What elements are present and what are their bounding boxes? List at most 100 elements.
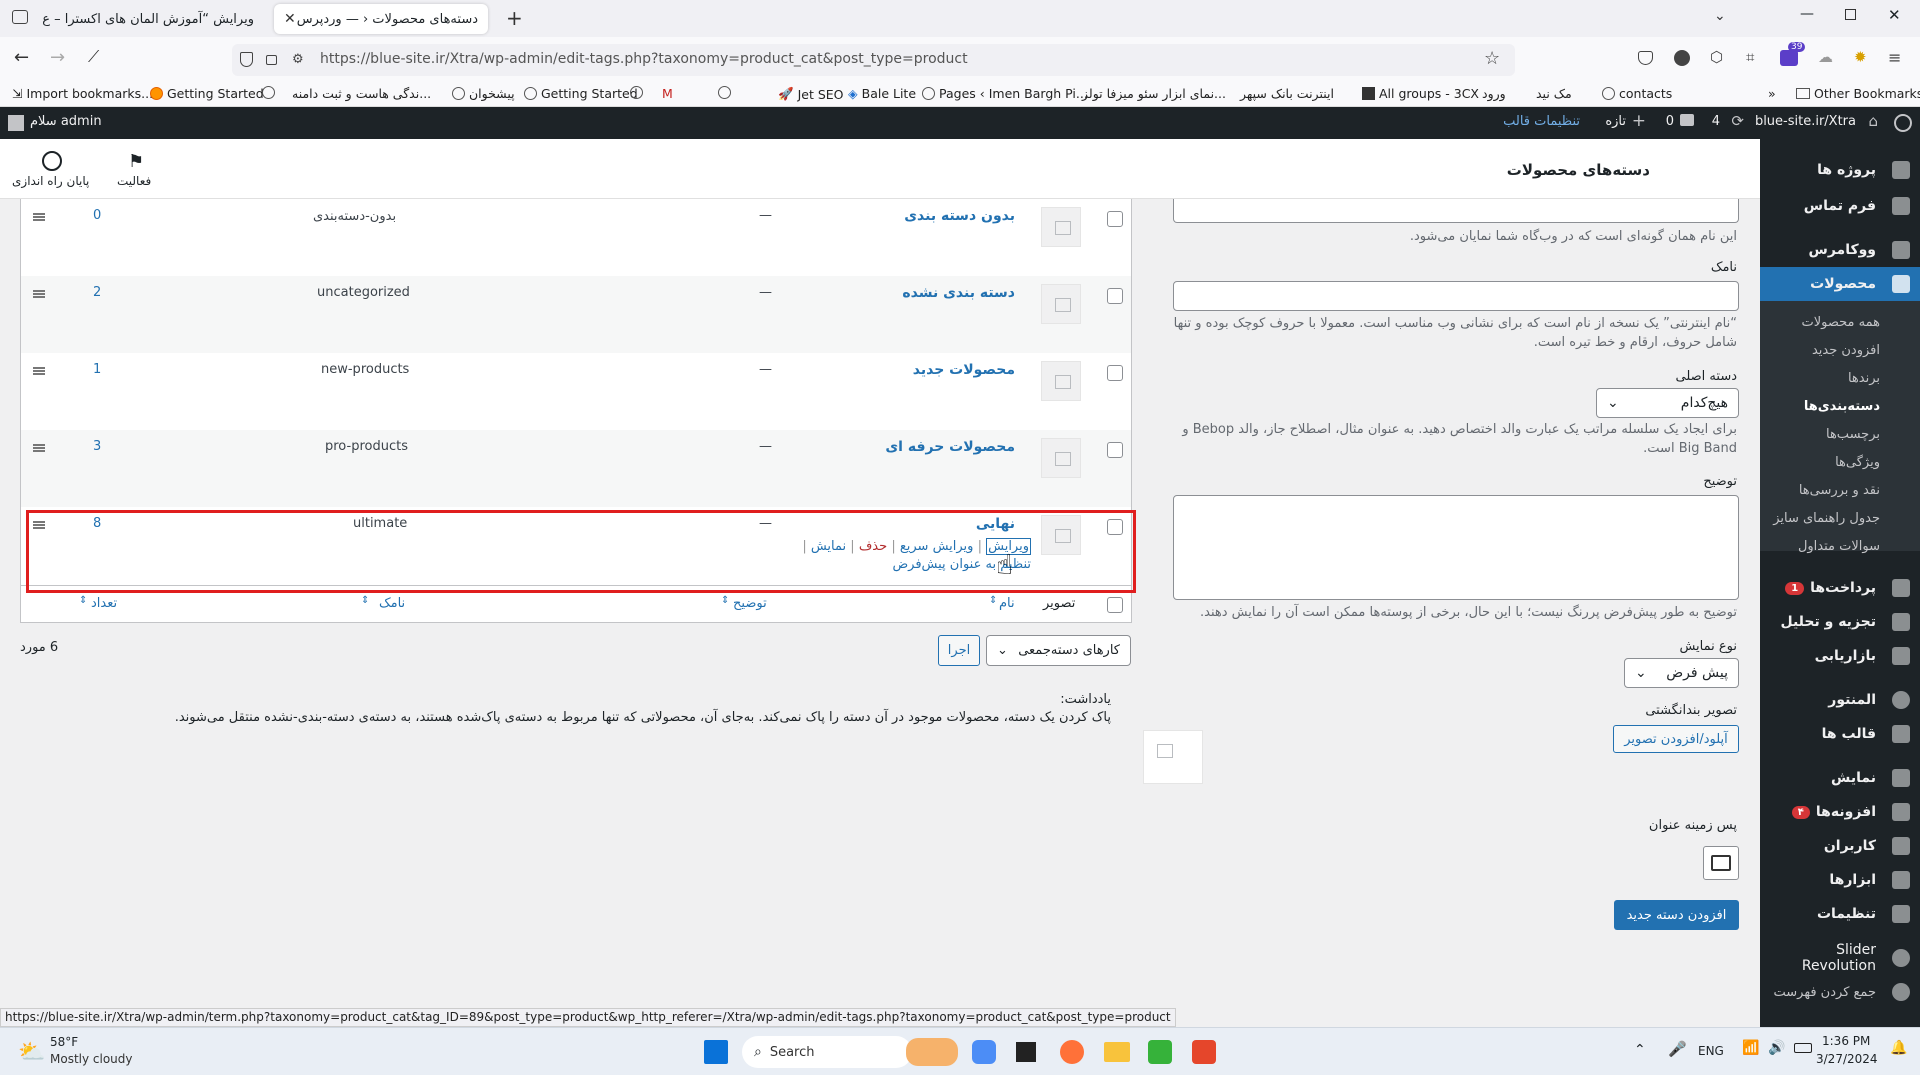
copilot-icon[interactable] <box>972 1040 996 1064</box>
bookmark-item[interactable]: 🚀 Jet SEO <box>778 86 844 102</box>
loading-icon[interactable]: ⟋ <box>88 47 99 67</box>
bookmarks-overflow-icon[interactable]: » <box>1768 86 1776 101</box>
comments-icon[interactable] <box>1680 114 1694 126</box>
parent-select[interactable]: هیچ‌کدام ⌄ <box>1596 388 1739 418</box>
notification-bell-icon[interactable]: 🔔 <box>1890 1040 1907 1056</box>
category-name-link[interactable]: محصولات جدید <box>913 362 1015 378</box>
submenu-item-current[interactable]: دسته‌بندی‌ها <box>1760 399 1920 414</box>
sidebar-item-payments[interactable]: پرداخت‌ها 1 <box>1760 571 1920 605</box>
sidebar-item-woocommerce[interactable]: ووکامرس <box>1760 233 1920 267</box>
category-count[interactable]: 2 <box>93 285 101 300</box>
tab-edit-post[interactable]: ویرایش “آموزش المان های اکسترا – ع ✕ <box>42 4 264 34</box>
bookmark-item[interactable]: All groups - 3CX <box>1362 86 1479 101</box>
battery-icon[interactable] <box>1794 1043 1812 1053</box>
submenu-item[interactable]: برچسب‌ها <box>1760 427 1920 442</box>
bookmark-item[interactable] <box>718 86 731 99</box>
updates-icon[interactable]: ⟳ <box>1731 112 1744 130</box>
shield-icon[interactable] <box>240 52 253 67</box>
weather-temp[interactable]: 58°F <box>50 1035 78 1049</box>
sidebar-item-appearance[interactable]: نمایش <box>1760 761 1920 795</box>
restore-icon[interactable] <box>1845 9 1856 20</box>
bookmark-star-icon[interactable]: ☆ <box>1484 48 1500 69</box>
cloud-icon[interactable]: ☁ <box>1818 48 1833 66</box>
forward-icon[interactable]: → <box>50 47 65 68</box>
chevron-down-icon[interactable]: ⌄ <box>1714 8 1726 24</box>
wordpress-logo-icon[interactable] <box>1894 114 1912 132</box>
row-checkbox[interactable] <box>1107 211 1123 227</box>
upload-image-button[interactable]: آپلود/افزودن تصویر <box>1613 725 1739 753</box>
bookmark-item[interactable] <box>262 86 275 99</box>
pocket-icon[interactable] <box>1638 51 1653 65</box>
finish-setup-label[interactable]: پایان راه اندازی <box>12 174 89 188</box>
home-icon[interactable]: ⌂ <box>1868 112 1878 130</box>
name-input[interactable] <box>1173 199 1739 223</box>
taskbar-search[interactable]: ⌕ Search <box>742 1036 912 1068</box>
greeting[interactable]: سلام admin <box>30 114 102 129</box>
sidebar-item-plugins[interactable]: افزونه‌ها ۴ <box>1760 795 1920 829</box>
comments-count[interactable]: 0 <box>1666 114 1674 129</box>
collapse-menu[interactable]: جمع کردن فهرست <box>1760 975 1920 1009</box>
submenu-item[interactable]: برندها <box>1760 371 1920 386</box>
sort-icon[interactable]: ⇕ <box>989 595 997 606</box>
category-name-link[interactable]: محصولات حرفه ای <box>885 439 1015 455</box>
bookmark-item[interactable]: اینترنت بانک سپهر <box>1240 86 1334 101</box>
sort-icon[interactable]: ⇕ <box>361 595 369 606</box>
widgets-icon[interactable] <box>906 1038 958 1066</box>
chevron-up-icon[interactable]: ⌃ <box>1634 1042 1646 1058</box>
activity-label[interactable]: فعالیت <box>117 174 151 188</box>
apply-button[interactable]: اجرا <box>938 635 980 666</box>
category-name-link[interactable]: بدون دسته بندی <box>904 208 1015 224</box>
sidebar-item-contact[interactable]: فرم تماس <box>1760 189 1920 223</box>
clock-time[interactable]: 1:36 PM <box>1822 1034 1870 1048</box>
submenu-item[interactable]: ویژگی‌ها <box>1760 455 1920 470</box>
bookmark-item[interactable]: Pages ‹ Imen Bargh Pi... <box>922 86 1088 101</box>
finish-setup-icon[interactable] <box>42 151 62 171</box>
bookmark-item[interactable]: Getting Started <box>524 86 638 101</box>
column-name[interactable]: نام <box>999 596 1015 611</box>
drag-handle-icon[interactable] <box>33 213 45 221</box>
avatar[interactable] <box>8 115 24 131</box>
other-bookmarks[interactable]: Other Bookmarks <box>1796 86 1920 101</box>
bookmark-item[interactable]: پیشخوان <box>452 86 515 101</box>
tab-product-categories[interactable]: دسته‌های محصولات ‹ — وردپرس ✕ <box>274 4 488 34</box>
app-red-icon[interactable] <box>1192 1040 1216 1064</box>
file-explorer-icon[interactable] <box>1104 1042 1130 1062</box>
theme-settings-link[interactable]: تنظیمات قالب <box>1503 114 1580 129</box>
wifi-icon[interactable]: 📶 <box>1742 1040 1759 1056</box>
updates-count[interactable]: 4 <box>1712 114 1720 129</box>
firefox-taskbar-icon[interactable] <box>1060 1040 1084 1064</box>
new-content-link[interactable]: تازه <box>1605 114 1626 129</box>
bookmark-item[interactable]: ◈ Bale Lite <box>848 86 916 101</box>
submenu-item[interactable]: همه محصولات <box>1760 315 1920 330</box>
category-count[interactable]: 1 <box>93 362 101 377</box>
weather-icon[interactable]: ⛅ <box>18 1040 45 1065</box>
sidebar-item-elementor[interactable]: المنتور <box>1760 683 1920 717</box>
app-green-icon[interactable] <box>1148 1040 1172 1064</box>
drag-handle-icon[interactable] <box>33 290 45 298</box>
account-icon[interactable] <box>1674 50 1690 66</box>
clock-date[interactable]: 3/27/2024 <box>1816 1052 1878 1066</box>
microphone-icon[interactable]: 🎤 <box>1668 1040 1687 1058</box>
sidebar-item-analytics[interactable]: تجزیه و تحلیل <box>1760 605 1920 639</box>
category-count[interactable]: 3 <box>93 439 101 454</box>
submenu-item[interactable]: سوالات متداول <box>1760 539 1920 554</box>
bookmark-item[interactable]: ...نمای ابزار سئو میزفا تولز <box>1082 86 1226 101</box>
sidebar-item-users[interactable]: کاربران <box>1760 829 1920 863</box>
terminal-icon[interactable] <box>1016 1042 1036 1062</box>
sidebar-item-settings[interactable]: تنظیمات <box>1760 897 1920 931</box>
sidebar-item-projects[interactable]: پروژه ها <box>1760 153 1920 187</box>
submenu-item[interactable]: جدول راهنمای سایز <box>1760 511 1920 526</box>
column-count[interactable]: تعداد <box>91 596 117 611</box>
select-all-checkbox[interactable] <box>1107 597 1123 613</box>
bookmark-item[interactable]: contacts <box>1602 86 1672 101</box>
extension-badge-icon[interactable] <box>1780 50 1798 66</box>
add-category-button[interactable]: افزودن دسته جدید <box>1614 900 1739 930</box>
bookmark-item[interactable]: ⇲ Import bookmarks... <box>12 86 153 101</box>
sidebar-item-products[interactable]: محصولات <box>1760 267 1920 301</box>
lock-icon[interactable] <box>266 55 277 65</box>
menu-icon[interactable]: ≡ <box>1888 48 1901 67</box>
submenu-item[interactable]: افزودن جدید <box>1760 343 1920 358</box>
bookmark-item[interactable] <box>630 86 643 99</box>
column-slug[interactable]: نامک <box>379 596 405 611</box>
sidebar-item-tools[interactable]: ابزارها <box>1760 863 1920 897</box>
